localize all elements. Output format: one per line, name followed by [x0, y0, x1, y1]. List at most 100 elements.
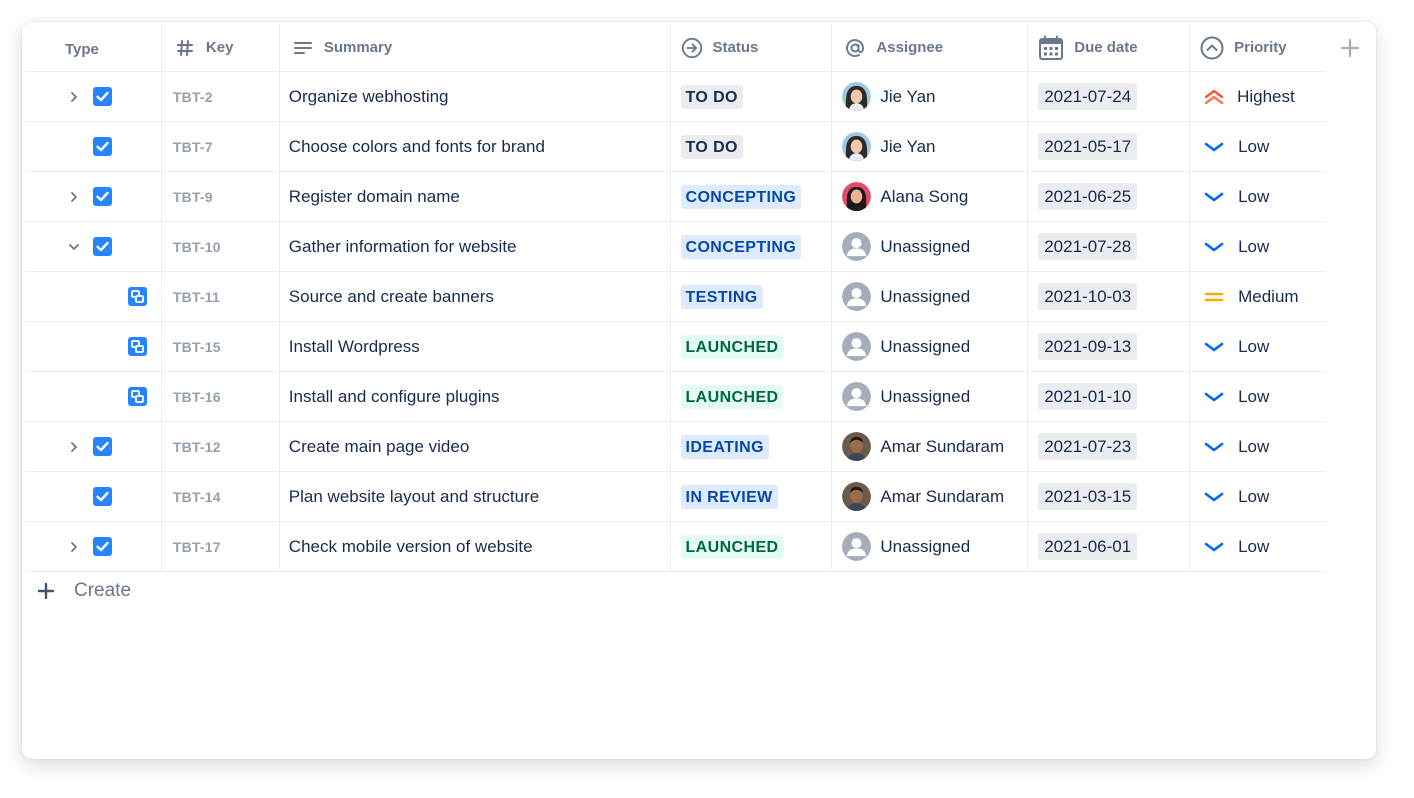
table-row[interactable]: TBT-14 Plan website layout and structure…: [25, 472, 1326, 522]
expand-chevron-right-icon[interactable]: [67, 540, 81, 554]
table-row[interactable]: TBT-12 Create main page video IDEATING A…: [25, 422, 1326, 472]
due-date[interactable]: 2021-07-24: [1038, 83, 1138, 110]
priority-highest-icon: [1203, 86, 1225, 108]
column-header-type[interactable]: Type: [25, 24, 162, 71]
priority-label[interactable]: Low: [1238, 537, 1269, 557]
table-row[interactable]: TBT-2 Organize webhosting TO DO Jie Yan …: [25, 72, 1326, 122]
column-header-due-date[interactable]: Due date: [1028, 24, 1191, 71]
assignee-name[interactable]: Unassigned: [880, 237, 970, 257]
priority-low-icon: [1203, 436, 1225, 458]
column-header-key[interactable]: Key: [162, 24, 280, 71]
status-lozenge[interactable]: TESTING: [680, 284, 763, 309]
table-row[interactable]: TBT-10 Gather information for website CO…: [25, 222, 1326, 272]
issue-summary[interactable]: Register domain name: [280, 187, 460, 207]
table-row[interactable]: TBT-16 Install and configure plugins LAU…: [25, 372, 1326, 422]
assignee-name[interactable]: Unassigned: [880, 387, 970, 407]
expand-chevron-right-icon[interactable]: [67, 90, 81, 104]
priority-label[interactable]: Medium: [1238, 287, 1298, 307]
table-header-row: Type Key Summary Status Assignee Due dat…: [25, 24, 1326, 72]
issue-key[interactable]: TBT-2: [162, 89, 213, 105]
priority-medium-icon: [1203, 286, 1225, 308]
column-header-priority[interactable]: Priority: [1190, 24, 1326, 71]
issue-table: Type Key Summary Status Assignee Due dat…: [25, 24, 1326, 572]
issue-key[interactable]: TBT-10: [162, 239, 221, 255]
issue-key[interactable]: TBT-11: [162, 289, 220, 305]
priority-label[interactable]: Low: [1238, 237, 1269, 257]
issue-key[interactable]: TBT-16: [162, 389, 221, 405]
avatar: [842, 432, 871, 461]
table-row[interactable]: TBT-15 Install Wordpress LAUNCHED Unassi…: [25, 322, 1326, 372]
add-column-plus-icon[interactable]: [1340, 38, 1360, 58]
priority-label[interactable]: Low: [1238, 337, 1269, 357]
assignee-name[interactable]: Jie Yan: [880, 137, 935, 157]
status-lozenge[interactable]: IDEATING: [680, 434, 769, 459]
table-row[interactable]: TBT-7 Choose colors and fonts for brand …: [25, 122, 1326, 172]
status-lozenge[interactable]: LAUNCHED: [680, 534, 784, 559]
due-date[interactable]: 2021-07-28: [1038, 233, 1138, 260]
issue-summary[interactable]: Plan website layout and structure: [280, 487, 539, 507]
issue-summary[interactable]: Install Wordpress: [280, 337, 420, 357]
issue-summary[interactable]: Choose colors and fonts for brand: [280, 137, 545, 157]
priority-label[interactable]: Low: [1238, 437, 1269, 457]
task-checkbox-icon: [93, 237, 112, 256]
issue-key[interactable]: TBT-15: [162, 339, 221, 355]
issue-summary[interactable]: Source and create banners: [280, 287, 494, 307]
status-lozenge[interactable]: TO DO: [680, 84, 743, 109]
priority-label[interactable]: Low: [1238, 187, 1269, 207]
unassigned-avatar-icon: [842, 232, 871, 261]
column-header-assignee[interactable]: Assignee: [832, 24, 1029, 71]
issue-table-card: Type Key Summary Status Assignee Due dat…: [22, 22, 1376, 759]
assignee-name[interactable]: Unassigned: [880, 537, 970, 557]
avatar: [842, 132, 871, 161]
issue-summary[interactable]: Install and configure plugins: [280, 387, 500, 407]
issue-summary[interactable]: Create main page video: [280, 437, 470, 457]
table-row[interactable]: TBT-9 Register domain name CONCEPTING Al…: [25, 172, 1326, 222]
expand-chevron-right-icon[interactable]: [67, 190, 81, 204]
priority-label[interactable]: Low: [1238, 487, 1269, 507]
task-checkbox-icon: [93, 487, 112, 506]
status-lozenge[interactable]: IN REVIEW: [680, 484, 778, 509]
expand-chevron-right-icon[interactable]: [67, 440, 81, 454]
due-date[interactable]: 2021-05-17: [1038, 133, 1138, 160]
assignee-name[interactable]: Jie Yan: [880, 87, 935, 107]
assignee-name[interactable]: Unassigned: [880, 287, 970, 307]
status-lozenge[interactable]: CONCEPTING: [680, 184, 802, 209]
priority-low-icon: [1203, 386, 1225, 408]
column-header-label: Key: [205, 39, 234, 56]
issue-key[interactable]: TBT-17: [162, 539, 221, 555]
table-row[interactable]: TBT-17 Check mobile version of website L…: [25, 522, 1326, 572]
priority-low-icon: [1203, 336, 1225, 358]
issue-summary[interactable]: Check mobile version of website: [280, 537, 533, 557]
create-issue-button[interactable]: Create: [36, 580, 131, 602]
issue-key[interactable]: TBT-12: [162, 439, 221, 455]
due-date[interactable]: 2021-06-25: [1038, 183, 1138, 210]
issue-summary[interactable]: Gather information for website: [280, 237, 517, 257]
due-date[interactable]: 2021-03-15: [1038, 483, 1138, 510]
priority-label[interactable]: Low: [1238, 137, 1269, 157]
calendar-icon: [1038, 35, 1064, 60]
due-date[interactable]: 2021-06-01: [1038, 533, 1138, 560]
due-date[interactable]: 2021-10-03: [1038, 283, 1138, 310]
status-lozenge[interactable]: TO DO: [680, 134, 743, 159]
priority-label[interactable]: Low: [1238, 387, 1269, 407]
issue-summary[interactable]: Organize webhosting: [280, 87, 449, 107]
due-date[interactable]: 2021-07-23: [1038, 433, 1138, 460]
priority-label[interactable]: Highest: [1237, 87, 1295, 107]
status-lozenge[interactable]: LAUNCHED: [680, 384, 784, 409]
assignee-name[interactable]: Amar Sundaram: [880, 487, 1004, 507]
column-header-summary[interactable]: Summary: [280, 24, 671, 71]
status-lozenge[interactable]: CONCEPTING: [680, 234, 802, 259]
assignee-name[interactable]: Amar Sundaram: [880, 437, 1004, 457]
priority-low-icon: [1203, 486, 1225, 508]
assignee-name[interactable]: Alana Song: [880, 187, 968, 207]
column-header-status[interactable]: Status: [671, 24, 833, 71]
collapse-chevron-down-icon[interactable]: [67, 240, 81, 254]
table-row[interactable]: TBT-11 Source and create banners TESTING…: [25, 272, 1326, 322]
status-lozenge[interactable]: LAUNCHED: [680, 334, 784, 359]
due-date[interactable]: 2021-09-13: [1038, 333, 1138, 360]
assignee-name[interactable]: Unassigned: [880, 337, 970, 357]
issue-key[interactable]: TBT-7: [162, 139, 213, 155]
issue-key[interactable]: TBT-14: [162, 489, 221, 505]
due-date[interactable]: 2021-01-10: [1038, 383, 1138, 410]
issue-key[interactable]: TBT-9: [162, 189, 213, 205]
